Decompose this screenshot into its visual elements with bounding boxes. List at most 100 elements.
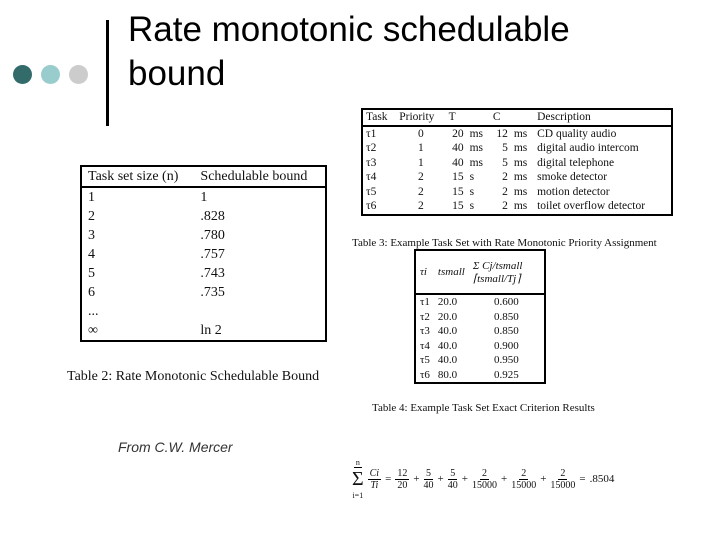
denominator: 15000 bbox=[550, 479, 576, 491]
table-row: τ5 40.0 0.950 bbox=[415, 353, 545, 368]
table-cell: 5 bbox=[502, 156, 508, 169]
denominator: 40 bbox=[447, 479, 458, 491]
table-cell: ms bbox=[513, 156, 528, 169]
table-cell: 6 bbox=[88, 284, 95, 300]
table-cell: toilet overflow detector bbox=[537, 200, 646, 213]
table4-caption: Table 4: Example Task Set Exact Criterio… bbox=[372, 402, 595, 414]
table-header: C bbox=[492, 111, 501, 124]
table-cell: 1 bbox=[200, 189, 208, 205]
table-header bbox=[467, 109, 490, 126]
table-cell: .735 bbox=[200, 284, 225, 300]
table-cell bbox=[194, 302, 326, 321]
table-cell: 0.900 bbox=[494, 339, 519, 352]
table-cell: .828 bbox=[200, 208, 225, 224]
denominator: 20 bbox=[397, 479, 408, 491]
numerator: 2 bbox=[479, 467, 489, 480]
table-row: ∞ ln 2 bbox=[81, 321, 326, 341]
summation: n Σi=1 bbox=[352, 458, 364, 500]
table-cell: CD quality audio bbox=[537, 127, 617, 140]
operator: + bbox=[500, 473, 508, 485]
table-cell: 4 bbox=[88, 246, 95, 262]
table-cell: ∞ bbox=[88, 322, 98, 338]
table-cell: 0.950 bbox=[494, 354, 519, 367]
table-cell: 0.600 bbox=[494, 296, 519, 309]
table-row: τ3 1 40 ms 5 ms digital telephone bbox=[362, 156, 672, 171]
table-row: τ3 40.0 0.850 bbox=[415, 324, 545, 339]
fraction: 2 15000 bbox=[472, 468, 497, 491]
table-row: τ5 2 15 s 2 ms motion detector bbox=[362, 185, 672, 200]
table-cell: 80.0 bbox=[437, 368, 458, 381]
table-cell: ... bbox=[88, 303, 99, 319]
table-row: 5 .743 bbox=[81, 264, 326, 283]
table-cell: 3 bbox=[88, 227, 95, 243]
table2-caption: Table 2: Rate Monotonic Schedulable Boun… bbox=[67, 369, 320, 384]
table-cell: 0.850 bbox=[494, 325, 519, 338]
table-cell: 2 bbox=[502, 200, 508, 213]
denominator: 40 bbox=[423, 479, 434, 491]
table-row: τ1 0 20 ms 12 ms CD quality audio bbox=[362, 126, 672, 142]
operator: + bbox=[461, 473, 468, 485]
operator: + bbox=[437, 473, 444, 485]
table-cell: ln 2 bbox=[200, 322, 222, 338]
numerator: 12 bbox=[395, 467, 410, 480]
fraction: 5 40 bbox=[448, 468, 458, 491]
table-row: τ6 2 15 s 2 ms toilet overflow detector bbox=[362, 199, 672, 215]
denominator: Ti bbox=[370, 479, 379, 491]
title-divider bbox=[106, 20, 109, 126]
source-credit: From C.W. Mercer bbox=[118, 439, 233, 455]
table-cell: ms bbox=[513, 142, 528, 155]
table-cell: 15 bbox=[452, 185, 464, 198]
numerator: Ci bbox=[367, 467, 382, 480]
table-cell: 40.0 bbox=[437, 339, 458, 352]
table-cell: ms bbox=[513, 200, 528, 213]
formula-text: n bbox=[353, 458, 362, 468]
table-cell: digital audio intercom bbox=[537, 142, 639, 155]
utilization-formula: n Σi=1 Ci Ti = 12 20 +5 40 +5 40 +2 15000 +2 15000 +2 15… bbox=[352, 458, 614, 500]
table-cell: .780 bbox=[200, 227, 225, 243]
table-row: ... bbox=[81, 302, 326, 321]
table-cell: 1 bbox=[418, 142, 424, 155]
table-row: τ2 20.0 0.850 bbox=[415, 310, 545, 325]
table3-caption: Table 3: Example Task Set with Rate Mono… bbox=[352, 237, 657, 249]
table-cell: s bbox=[469, 200, 475, 213]
task-set-table: Task Priority T C Description τ1 0 20 ms 12 ms CD … bbox=[361, 108, 673, 216]
table-cell: 1 bbox=[88, 189, 95, 205]
fraction: Ci Ti bbox=[367, 467, 382, 491]
table-row: τ2 1 40 ms 5 ms digital audio intercom bbox=[362, 141, 672, 156]
table-cell: 0.850 bbox=[494, 310, 519, 323]
table-cell: 15 bbox=[452, 200, 464, 213]
slide-title: Rate monotonic schedulable bound bbox=[128, 10, 570, 93]
table-cell: 40.0 bbox=[437, 354, 458, 367]
table-cell: 20 bbox=[452, 127, 464, 140]
table-cell: τ4 bbox=[420, 339, 430, 352]
table-cell: 40.0 bbox=[437, 325, 458, 338]
table-cell: τ5 bbox=[366, 185, 377, 198]
table-row: τ6 80.0 0.925 bbox=[415, 368, 545, 384]
table-cell: τ1 bbox=[366, 127, 377, 140]
table-cell: τ2 bbox=[366, 142, 377, 155]
fraction: 12 20 bbox=[395, 467, 410, 491]
table-cell: motion detector bbox=[537, 185, 610, 198]
formula-text: Σ bbox=[352, 468, 364, 490]
operator: + bbox=[540, 473, 547, 485]
table-cell: 40 bbox=[452, 142, 464, 155]
table-cell: 5 bbox=[88, 265, 95, 281]
fraction: 5 40 bbox=[424, 468, 434, 491]
numerator: 5 bbox=[424, 467, 434, 480]
decor-dot-gray bbox=[69, 65, 88, 84]
table-header: τi bbox=[420, 266, 427, 278]
table-cell: .757 bbox=[200, 246, 225, 262]
table-cell: ms bbox=[513, 185, 528, 198]
table-cell: ms bbox=[513, 127, 528, 140]
table-row: 6 .735 bbox=[81, 283, 326, 302]
numerator: 2 bbox=[558, 467, 568, 480]
table-cell: ms bbox=[469, 127, 483, 140]
fraction: 2 15000 bbox=[511, 468, 536, 491]
table-cell: ms bbox=[469, 142, 483, 155]
table-row: 4 .757 bbox=[81, 245, 326, 264]
denominator: 15000 bbox=[471, 479, 497, 491]
table-cell: 2 bbox=[502, 185, 508, 198]
table-cell: 20.0 bbox=[437, 310, 458, 323]
table-cell: smoke detector bbox=[537, 171, 608, 184]
table-cell: 2 bbox=[418, 171, 424, 184]
